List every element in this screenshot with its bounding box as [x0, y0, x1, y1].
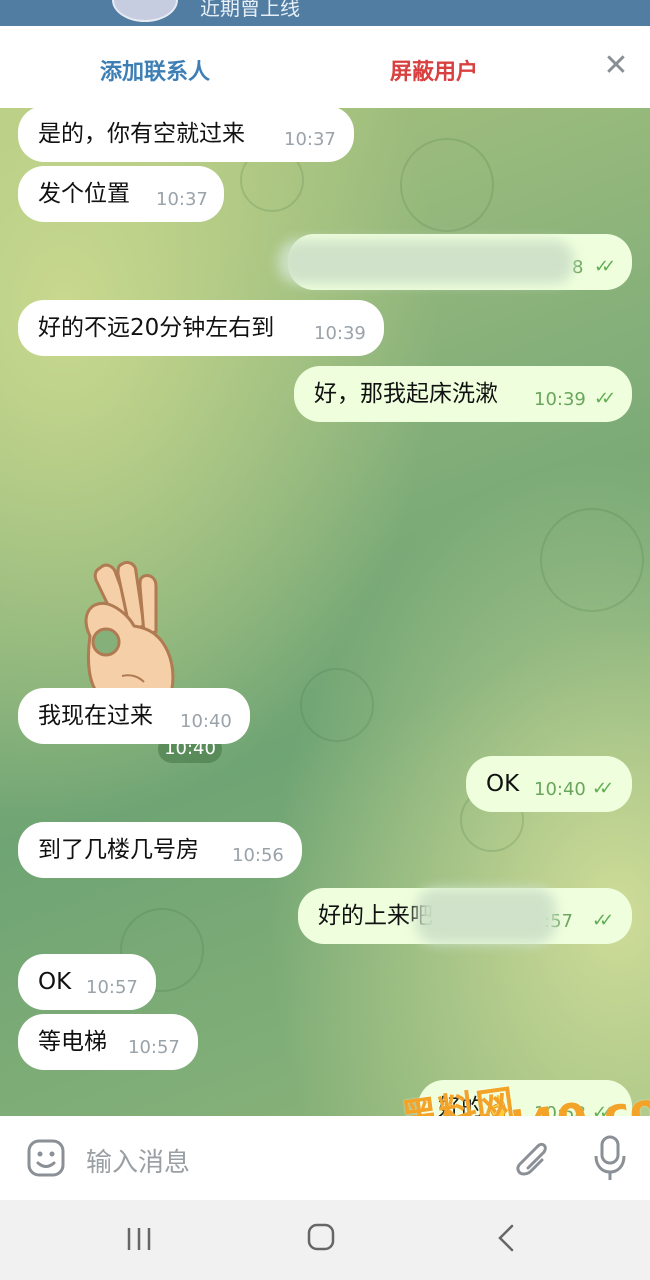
- read-check-icon: ✓✓: [594, 256, 616, 277]
- incoming-message[interactable]: 等电梯 10:57: [18, 1014, 198, 1070]
- incoming-message[interactable]: OK 10:57: [18, 954, 156, 1010]
- emoji-icon[interactable]: [26, 1138, 66, 1178]
- message-time: 10:56: [232, 845, 284, 866]
- message-input-bar: 输入消息: [0, 1116, 650, 1200]
- message-text: OK: [486, 771, 520, 797]
- back-icon[interactable]: [492, 1222, 522, 1254]
- avatar[interactable]: [112, 0, 178, 22]
- attach-icon[interactable]: [508, 1136, 548, 1180]
- outgoing-message[interactable]: OK 10:40 ✓✓: [466, 756, 632, 812]
- message-time: 10:40: [534, 779, 586, 800]
- message-time: 10:37: [284, 129, 336, 150]
- message-time: 10:39: [534, 389, 586, 410]
- message-input[interactable]: 输入消息: [86, 1142, 190, 1179]
- outgoing-message[interactable]: 好，那我起床洗漱 10:39 ✓✓: [294, 366, 632, 422]
- message-text: 好的不远20分钟左右到: [38, 315, 275, 341]
- blurred-redaction: [416, 888, 556, 944]
- message-time: 10:39: [314, 323, 366, 344]
- read-check-icon: ✓✓: [594, 388, 616, 409]
- incoming-message[interactable]: 好的不远20分钟左右到 10:39: [18, 300, 384, 356]
- message-time: 10:57: [128, 1037, 180, 1058]
- block-user-button[interactable]: 屏蔽用户: [390, 54, 478, 86]
- background-doodle: [540, 508, 644, 612]
- chat-area[interactable]: 是的，你有空就过来 10:37 发个位置 10:37 8 ✓✓ 好的不远20分钟…: [0, 108, 650, 1116]
- close-icon[interactable]: ✕: [600, 50, 632, 82]
- incoming-message[interactable]: 到了几楼几号房 10:56: [18, 822, 302, 878]
- mic-icon[interactable]: [592, 1134, 628, 1182]
- incoming-message[interactable]: 发个位置 10:37: [18, 166, 224, 222]
- contact-action-bar: 添加联系人 屏蔽用户 ✕: [0, 26, 650, 108]
- add-contact-button[interactable]: 添加联系人: [100, 54, 210, 86]
- system-nav-bar: [0, 1200, 650, 1280]
- outgoing-message[interactable]: 好的上来吧 :57 ✓✓: [298, 888, 632, 944]
- blurred-redaction: [278, 240, 574, 284]
- incoming-message[interactable]: 是的，你有空就过来 10:37: [18, 108, 354, 162]
- message-time: 10:57: [86, 977, 138, 998]
- message-text: 我现在过来: [38, 703, 153, 729]
- recent-apps-icon[interactable]: [124, 1224, 154, 1254]
- message-time: 10:37: [156, 189, 208, 210]
- message-text: 发个位置: [38, 181, 130, 207]
- outgoing-message[interactable]: 8 ✓✓: [278, 234, 632, 290]
- message-text: 到了几楼几号房: [38, 837, 199, 863]
- message-text: 好，那我起床洗漱: [314, 381, 498, 407]
- home-icon[interactable]: [306, 1222, 336, 1252]
- read-check-icon: ✓✓: [592, 778, 614, 799]
- last-seen-status: 近期曾上线: [200, 0, 300, 20]
- message-text: OK: [38, 969, 72, 995]
- background-doodle: [400, 138, 494, 232]
- read-check-icon: ✓✓: [592, 910, 614, 931]
- top-bar: 近期曾上线: [0, 0, 650, 26]
- incoming-message[interactable]: 我现在过来 10:40: [18, 688, 250, 744]
- message-time: 8: [572, 257, 584, 278]
- message-time: 10:40: [180, 711, 232, 732]
- message-text: 是的，你有空就过来: [38, 121, 245, 147]
- background-doodle: [300, 668, 374, 742]
- message-text: 等电梯: [38, 1029, 107, 1055]
